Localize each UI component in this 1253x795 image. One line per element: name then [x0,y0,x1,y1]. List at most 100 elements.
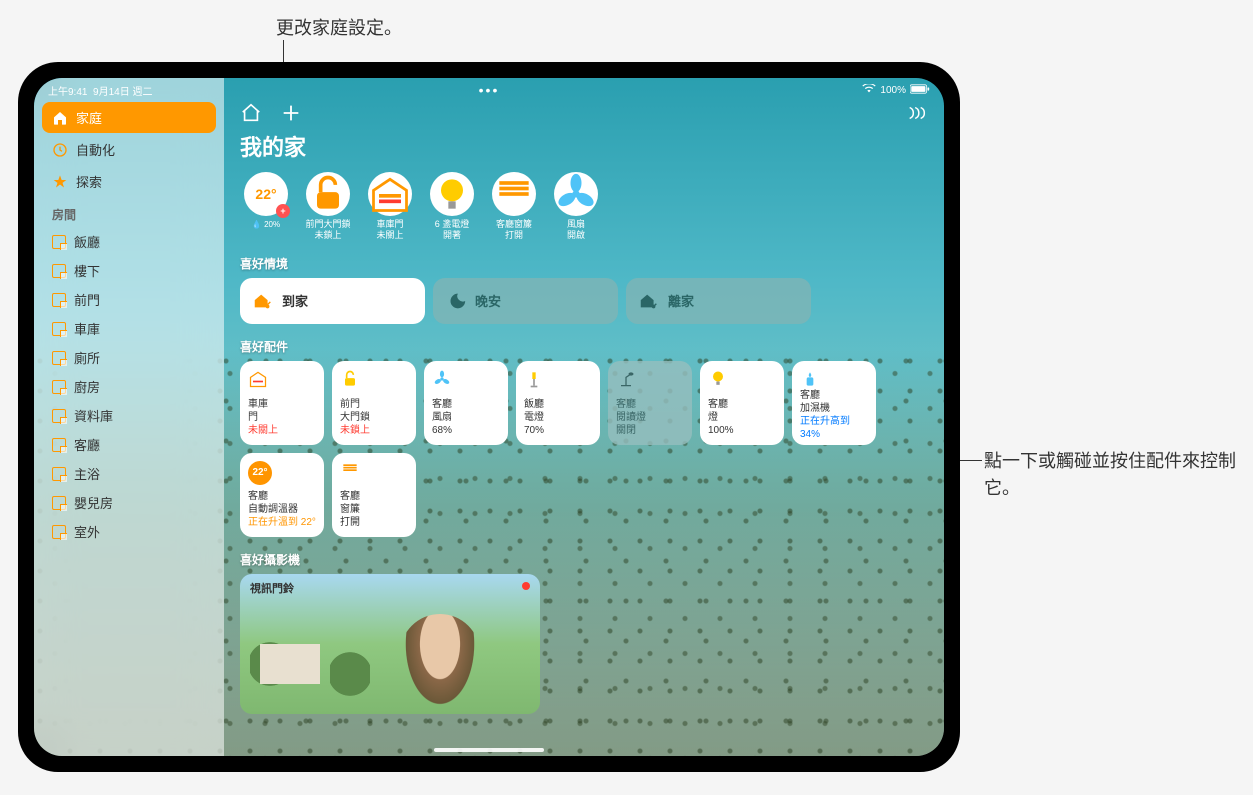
room-item[interactable]: 飯廳 [42,227,216,256]
scenes-grid: 到家 晚安 離家 [240,278,928,324]
camera-tree [330,644,370,704]
lamp-icon [524,369,544,389]
room-item[interactable]: 廚房 [42,372,216,401]
clock-icon [52,142,68,158]
room-item[interactable]: 前門 [42,285,216,314]
room-icon [52,351,66,365]
room-icon [52,409,66,423]
fan-icon [554,172,598,216]
room-label: 飯廳 [74,232,100,251]
rain-value: 20% [264,220,280,229]
scene-label: 到家 [282,291,308,310]
arrive-icon [252,290,274,312]
room-item[interactable]: 車庫 [42,314,216,343]
room-item[interactable]: 主浴 [42,459,216,488]
sidebar-item-label: 家庭 [76,108,102,127]
room-item[interactable]: 嬰兒房 [42,488,216,517]
status-circles: 22° + 💧 20% 前門大門鎖未鎖上 車庫門未關上 6 盞電燈開著 客廳窗簾… [240,172,928,241]
temp-circle: 22° + [244,172,288,216]
moon-icon [445,290,467,312]
accessory-living-light[interactable]: 客廳 燈 100% [700,361,784,445]
accessory-humidifier[interactable]: 客廳 加濕機 正在升高到 34% [792,361,876,445]
topbar [240,102,928,124]
room-icon [52,293,66,307]
rooms-header: 房間 [42,198,216,227]
sidebar-item-label: 自動化 [76,140,115,159]
accessory-text: 飯廳 電燈 70% [524,398,592,437]
status-tile-lights[interactable]: 6 盞電燈開著 [426,172,478,241]
room-icon [52,438,66,452]
status-date: 9月14日 週二 [93,87,152,98]
accessory-reading-lamp[interactable]: 客廳 閱讀燈 關閉 [608,361,692,445]
room-label: 嬰兒房 [74,493,113,512]
accessory-dining-lamp[interactable]: 飯廳 電燈 70% [516,361,600,445]
room-icon [52,496,66,510]
room-label: 室外 [74,522,100,541]
room-item[interactable]: 樓下 [42,256,216,285]
room-icon [52,467,66,481]
humidifier-icon [800,369,820,389]
room-item[interactable]: 廁所 [42,343,216,372]
status-tile-blinds[interactable]: 客廳窗簾打開 [488,172,540,241]
accessory-text: 客廳 自動調溫器 正在升溫到 22° [248,490,316,529]
sidebar-item-label: 探索 [76,172,102,191]
callout-top: 更改家庭設定。 [276,14,402,40]
climate-tile[interactable]: 22° + 💧 20% [240,172,292,241]
sidebar-item-home[interactable]: 家庭 [42,102,216,133]
room-icon [52,322,66,336]
status-time: 上午9:41 [48,87,87,98]
home-indicator[interactable] [434,748,544,752]
accessory-text: 客廳 加濕機 正在升高到 34% [800,389,868,441]
camera-house [260,644,320,684]
add-button[interactable] [280,102,302,124]
room-label: 廁所 [74,348,100,367]
status-label: 車庫門未關上 [376,219,403,241]
battery-icon [910,84,930,97]
room-label: 主浴 [74,464,100,483]
accessories-grid: 車庫 門 未關上 前門 大門鎖 未鎖上 客廳 風扇 68% 飯廳 [240,361,928,537]
intercom-button[interactable] [906,102,928,124]
main-content: 我的家 22° + 💧 20% 前門大門鎖未鎖上 車庫門未關上 6 盞電燈開著 … [224,78,944,756]
climate-badge: + [276,204,290,218]
scene-goodnight[interactable]: 晚安 [433,278,618,324]
accessory-fan[interactable]: 客廳 風扇 68% [424,361,508,445]
room-icon [52,380,66,394]
fan-icon [432,369,452,389]
sidebar-item-automation[interactable]: 自動化 [42,134,216,165]
status-label: 客廳窗簾打開 [496,219,532,241]
garage-icon [248,369,268,389]
status-tile-fan[interactable]: 風扇開啟 [550,172,602,241]
accessory-thermostat[interactable]: 22° 客廳 自動調溫器 正在升溫到 22° [240,453,324,537]
accessory-text: 客廳 風扇 68% [432,398,500,437]
accessory-text: 客廳 窗簾 打開 [340,490,408,529]
recording-indicator [522,582,530,590]
scene-leave[interactable]: 離家 [626,278,811,324]
scene-arrive[interactable]: 到家 [240,278,425,324]
room-item[interactable]: 資料庫 [42,401,216,430]
accessory-garage-door[interactable]: 車庫 門 未關上 [240,361,324,445]
room-label: 車庫 [74,319,100,338]
camera-tile[interactable]: 視訊門鈴 [240,574,540,714]
status-tile-garage[interactable]: 車庫門未關上 [364,172,416,241]
sidebar-item-discover[interactable]: 探索 [42,166,216,197]
garage-icon [368,172,412,216]
star-icon [52,174,68,190]
scene-label: 晚安 [475,291,501,310]
room-item[interactable]: 客廳 [42,430,216,459]
battery-text: 100% [880,85,906,96]
room-label: 廚房 [74,377,100,396]
room-item[interactable]: 室外 [42,517,216,546]
accessory-front-lock[interactable]: 前門 大門鎖 未鎖上 [332,361,416,445]
room-icon [52,525,66,539]
lock-icon [306,172,350,216]
accessory-blinds[interactable]: 客廳 窗簾 打開 [332,453,416,537]
camera-header: 喜好攝影機 [240,551,928,568]
camera-name: 視訊門鈴 [250,580,294,596]
topbar-right [906,102,928,124]
status-tile-lock[interactable]: 前門大門鎖未鎖上 [302,172,354,241]
bulb-icon [430,172,474,216]
home-settings-button[interactable] [240,102,262,124]
rain-row: 💧 20% [252,220,280,229]
camera-person [400,614,480,714]
thermostat-icon: 22° [248,461,272,485]
